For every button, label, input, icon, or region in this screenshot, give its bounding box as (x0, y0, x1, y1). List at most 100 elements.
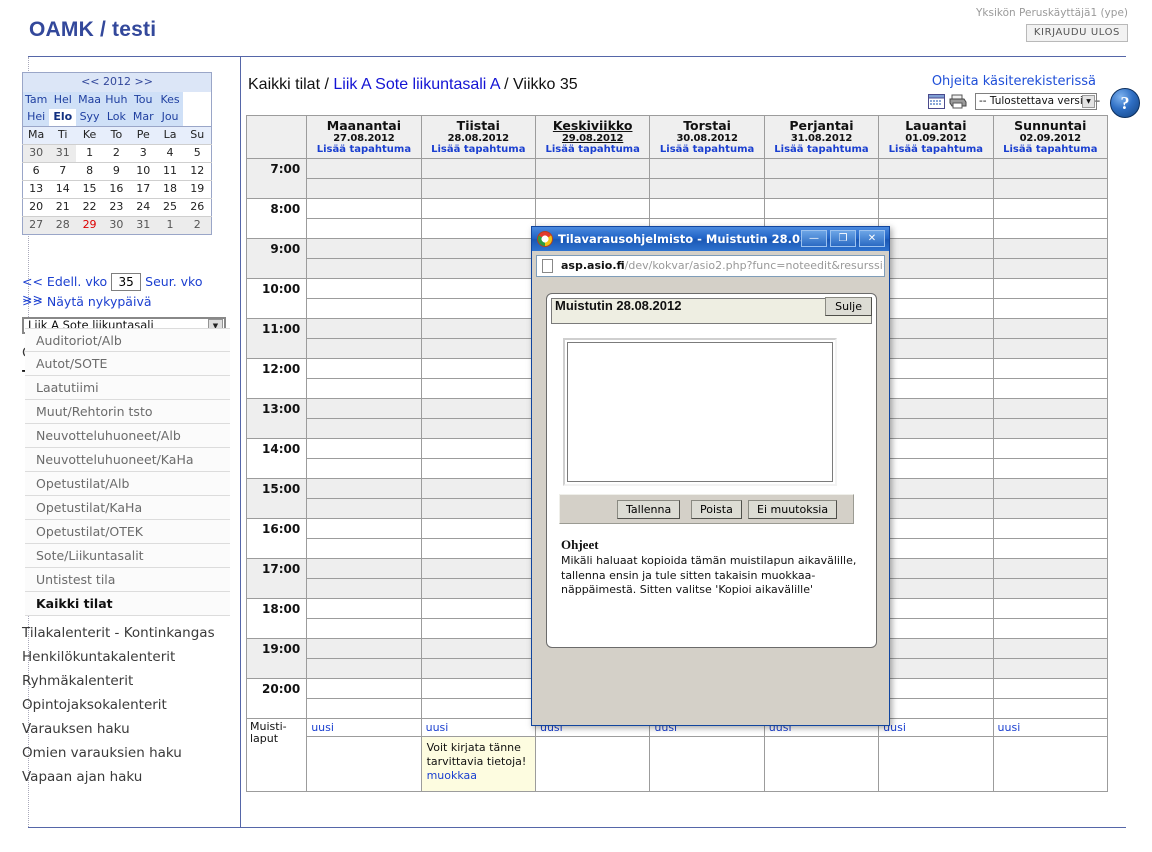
minical-day[interactable]: 10 (129, 162, 157, 181)
note-cell[interactable]: Voit kirjata tänne tarvittavia tietoja! m… (420, 736, 536, 792)
calendar-slot[interactable] (878, 538, 994, 559)
sidebar-item-auditoriot-alb[interactable]: Auditoriot/Alb (25, 328, 230, 352)
minical-month-lok[interactable]: Lok (102, 109, 130, 127)
help-icon[interactable]: ? (1110, 88, 1140, 118)
calendar-slot[interactable] (878, 338, 994, 359)
calendar-slot[interactable] (306, 558, 422, 579)
calendar-slot[interactable] (878, 618, 994, 639)
calendar-slot[interactable] (649, 178, 765, 199)
breadcrumb-root[interactable]: Kaikki tilat (248, 76, 320, 93)
note-cell[interactable] (306, 736, 422, 792)
minical-day[interactable]: 11 (156, 162, 184, 181)
calendar-slot[interactable] (306, 518, 422, 539)
calendar-slot[interactable] (306, 158, 422, 179)
add-event-link[interactable]: Lisää tapahtuma (307, 144, 420, 155)
calendar-slot[interactable] (878, 678, 994, 699)
calendar-slot[interactable] (878, 458, 994, 479)
calendar-slot[interactable] (878, 258, 994, 279)
calendar-slot[interactable] (878, 638, 994, 659)
calendar-slot[interactable] (878, 158, 994, 179)
minical-month-syy[interactable]: Syy (76, 109, 103, 127)
calendar-slot[interactable] (992, 178, 1109, 199)
minical-day[interactable]: 27 (22, 216, 50, 235)
minical-month-huh[interactable]: Huh (102, 92, 130, 109)
calendar-slot[interactable] (878, 278, 994, 299)
calendar-slot[interactable] (878, 358, 994, 379)
add-event-link[interactable]: Lisää tapahtuma (650, 144, 763, 155)
minical-day[interactable]: 7 (49, 162, 77, 181)
calendar-slot[interactable] (878, 178, 994, 199)
calendar-slot[interactable] (420, 298, 536, 319)
add-event-link[interactable]: Lisää tapahtuma (994, 144, 1107, 155)
calendar-slot[interactable] (992, 378, 1109, 399)
calendar-slot[interactable] (306, 638, 422, 659)
calendar-slot[interactable] (992, 678, 1109, 699)
minical-day[interactable]: 14 (49, 180, 77, 199)
minical-month-tam[interactable]: Tam (22, 92, 50, 109)
minical-day[interactable]: 28 (49, 216, 77, 235)
calendar-slot[interactable] (878, 378, 994, 399)
calendar-slot[interactable] (992, 598, 1109, 619)
sidebar-item-opintojaksokalenterit[interactable]: Opintojaksokalenterit (22, 697, 167, 713)
calendar-slot[interactable] (878, 518, 994, 539)
close-icon[interactable]: ✕ (859, 230, 885, 247)
add-event-link[interactable]: Lisää tapahtuma (879, 144, 992, 155)
calendar-slot[interactable] (992, 478, 1109, 499)
minical-day[interactable]: 9 (102, 162, 130, 181)
calendar-slot[interactable] (306, 498, 422, 519)
minical-day[interactable]: 30 (22, 144, 50, 163)
calendar-slot[interactable] (306, 298, 422, 319)
minical-month-hel[interactable]: Hel (49, 92, 77, 109)
calendar-slot[interactable] (992, 318, 1109, 339)
calendar-slot[interactable] (992, 158, 1109, 179)
minical-month-kes[interactable]: Kes (156, 92, 184, 109)
minical-day[interactable]: 29 (76, 216, 103, 235)
calendar-slot[interactable] (420, 558, 536, 579)
calendar-slot[interactable] (878, 498, 994, 519)
calendar-slot[interactable] (992, 698, 1109, 719)
calendar-slot[interactable] (306, 478, 422, 499)
minical-day[interactable]: 3 (129, 144, 157, 163)
reminder-popup-window[interactable]: Tilavarausohjelmisto - Muistutin 28.08..… (531, 226, 890, 726)
add-note-link[interactable]: uusi (306, 718, 422, 737)
minical-day[interactable]: 22 (76, 198, 103, 217)
calendar-slot[interactable] (992, 298, 1109, 319)
calendar-icon[interactable] (928, 94, 945, 109)
calendar-slot[interactable] (992, 538, 1109, 559)
delete-button[interactable]: Poista (691, 500, 742, 519)
logout-button[interactable]: KIRJAUDU ULOS (1025, 24, 1128, 42)
add-event-link[interactable]: Lisää tapahtuma (765, 144, 878, 155)
sticky-note[interactable]: Voit kirjata tänne tarvittavia tietoja! m… (421, 737, 535, 791)
calendar-slot[interactable] (420, 698, 536, 719)
calendar-slot[interactable] (420, 238, 536, 259)
calendar-slot[interactable] (306, 258, 422, 279)
calendar-slot[interactable] (992, 238, 1109, 259)
calendar-slot[interactable] (306, 198, 422, 219)
prev-week-link[interactable]: << Edell. vko (22, 274, 107, 289)
calendar-slot[interactable] (992, 258, 1109, 279)
minical-day[interactable]: 8 (76, 162, 103, 181)
calendar-slot[interactable] (992, 418, 1109, 439)
sidebar-item-omien-varauksien-haku[interactable]: Omien varauksien haku (22, 745, 182, 761)
calendar-slot[interactable] (992, 198, 1109, 219)
calendar-slot[interactable] (992, 218, 1109, 239)
calendar-slot[interactable] (420, 458, 536, 479)
printable-version-select[interactable]: -- Tulostettava versio -- ▼ (975, 93, 1100, 110)
calendar-slot[interactable] (992, 498, 1109, 519)
sidebar-item-opetustilat-alb[interactable]: Opetustilat/Alb (25, 472, 230, 496)
sidebar-item-vapaan-ajan-haku[interactable]: Vapaan ajan haku (22, 769, 142, 785)
calendar-slot[interactable] (306, 318, 422, 339)
calendar-slot[interactable] (649, 198, 765, 219)
calendar-slot[interactable] (306, 278, 422, 299)
calendar-slot[interactable] (420, 218, 536, 239)
calendar-slot[interactable] (763, 178, 880, 199)
calendar-slot[interactable] (992, 358, 1109, 379)
calendar-slot[interactable] (534, 158, 651, 179)
minical-day[interactable]: 25 (156, 198, 184, 217)
calendar-slot[interactable] (420, 658, 536, 679)
minical-day[interactable]: 18 (156, 180, 184, 199)
calendar-slot[interactable] (420, 578, 536, 599)
sidebar-item-sote-liikuntasalit[interactable]: Sote/Liikuntasalit (25, 544, 230, 568)
minical-month-tou[interactable]: Tou (129, 92, 157, 109)
calendar-slot[interactable] (878, 558, 994, 579)
